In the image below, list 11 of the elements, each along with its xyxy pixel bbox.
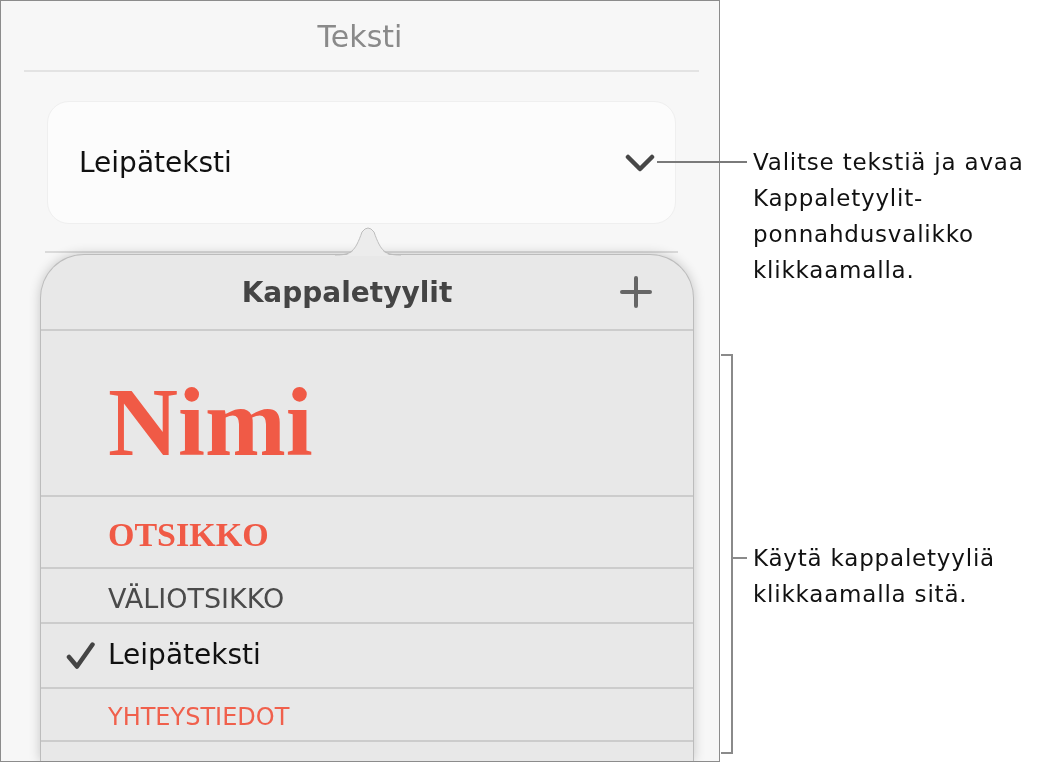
paragraph-style-option[interactable]: Leipäteksti — [41, 624, 693, 689]
section-title: Teksti — [317, 19, 403, 54]
chevron-down-icon — [625, 153, 655, 172]
callout-text: Valitse tekstiä ja avaa Kappaletyylit-ponnahdusvalikko klikkaamalla. — [753, 148, 1025, 285]
paragraph-style-option[interactable]: VÄLIOTSIKKO — [41, 569, 693, 624]
add-style-button[interactable] — [619, 275, 653, 309]
plus-icon — [620, 276, 652, 308]
checkmark-icon — [66, 642, 95, 669]
paragraph-style-dropdown[interactable]: Leipäteksti — [47, 101, 676, 224]
popover-title: Kappaletyylit — [241, 275, 453, 309]
callout-text: Käytä kappaletyyliä klikkaamalla sitä. — [753, 544, 996, 609]
